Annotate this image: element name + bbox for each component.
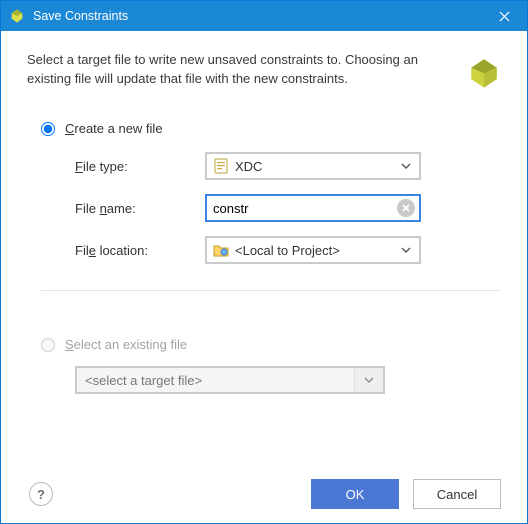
existing-file-placeholder: <select a target file> [85, 373, 354, 388]
file-type-select[interactable]: XDC [205, 152, 421, 180]
radio-create-new[interactable] [41, 122, 55, 136]
option-existing-label: Select an existing file [65, 337, 187, 352]
cancel-button[interactable]: Cancel [413, 479, 501, 509]
file-type-value: XDC [235, 159, 393, 174]
chevron-down-icon[interactable] [393, 238, 419, 262]
separator [41, 290, 501, 291]
option-select-existing-file[interactable]: Select an existing file [41, 337, 501, 352]
app-icon [9, 8, 25, 24]
window-title: Save Constraints [33, 9, 481, 23]
file-location-select[interactable]: <Local to Project> [205, 236, 421, 264]
file-name-input[interactable] [213, 201, 397, 216]
help-button[interactable]: ? [29, 482, 53, 506]
file-location-label: File location: [75, 243, 205, 258]
chevron-down-icon[interactable] [354, 368, 383, 392]
folder-icon [213, 242, 229, 258]
product-logo-icon [467, 55, 501, 89]
file-name-label: File name: [75, 201, 205, 216]
radio-existing[interactable] [41, 338, 55, 352]
option-create-label: Create a new file [65, 121, 163, 136]
new-file-form: File type: XDC File name: [75, 152, 501, 278]
file-type-icon [213, 158, 229, 174]
file-name-input-wrapper [205, 194, 421, 222]
titlebar: Save Constraints [1, 1, 527, 31]
chevron-down-icon[interactable] [393, 154, 419, 178]
dialog-content: Select a target file to write new unsave… [1, 31, 527, 523]
clear-icon[interactable] [397, 199, 415, 217]
existing-file-select[interactable]: <select a target file> [75, 366, 385, 394]
dialog-window: Save Constraints Select a target file to… [0, 0, 528, 524]
option-create-new-file[interactable]: Create a new file [41, 121, 501, 136]
description-text: Select a target file to write new unsave… [27, 51, 453, 89]
file-type-label: File type: [75, 159, 205, 174]
dialog-footer: ? OK Cancel [27, 469, 501, 509]
close-button[interactable] [481, 1, 527, 31]
ok-button[interactable]: OK [311, 479, 399, 509]
file-location-value: <Local to Project> [235, 243, 393, 258]
